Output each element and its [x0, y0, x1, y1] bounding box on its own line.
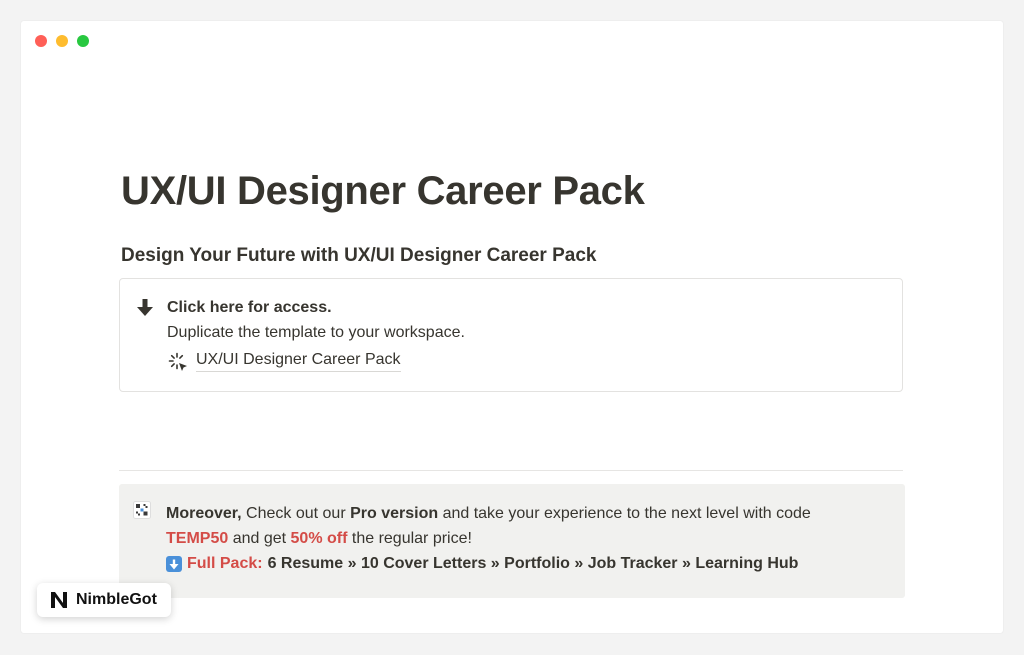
template-link[interactable]: UX/UI Designer Career Pack [168, 351, 401, 372]
page-title: UX/UI Designer Career Pack [121, 169, 645, 213]
window-controls [35, 35, 89, 47]
divider [119, 470, 903, 471]
callout-description: Duplicate the template to your workspace… [167, 324, 465, 341]
zoom-window-button[interactable] [77, 35, 89, 47]
full-pack-line: Full Pack: 6 Resume » 10 Cover Letters »… [166, 555, 798, 573]
access-callout: Click here for access. Duplicate the tem… [119, 278, 903, 392]
app-window: UX/UI Designer Career Pack Design Your F… [21, 21, 1003, 633]
promo-text-c: and get [228, 530, 291, 547]
promo-callout: Moreover, Check out our Pro version and … [119, 484, 905, 598]
close-window-button[interactable] [35, 35, 47, 47]
minimize-window-button[interactable] [56, 35, 68, 47]
discount-label: 50% off [290, 530, 348, 547]
full-pack-label: Full Pack: [187, 555, 263, 572]
promo-lead: Moreover, [166, 505, 242, 522]
grid-icon [133, 501, 151, 519]
pro-version-label: Pro version [350, 505, 439, 522]
full-pack-items: 6 Resume » 10 Cover Letters » Portfolio … [267, 555, 799, 572]
promo-text-b: and take your experience to the next lev… [438, 505, 811, 522]
nimblegot-badge[interactable]: NimbleGot [37, 583, 171, 617]
promo-code: TEMP50 [166, 530, 229, 547]
nimblegot-logo-icon [51, 592, 67, 608]
badge-name: NimbleGot [76, 591, 157, 608]
promo-text-d: the regular price! [347, 530, 472, 547]
callout-heading[interactable]: Click here for access. [167, 299, 332, 317]
promo-message: Moreover, Check out our Pro version and … [166, 501, 866, 551]
loading-cursor-icon [168, 352, 187, 371]
down-arrow-box-icon [166, 556, 182, 572]
promo-text-a: Check out our [241, 505, 351, 522]
template-link-label[interactable]: UX/UI Designer Career Pack [196, 351, 401, 372]
page-subtitle: Design Your Future with UX/UI Designer C… [121, 245, 597, 266]
arrow-down-icon [137, 299, 153, 316]
